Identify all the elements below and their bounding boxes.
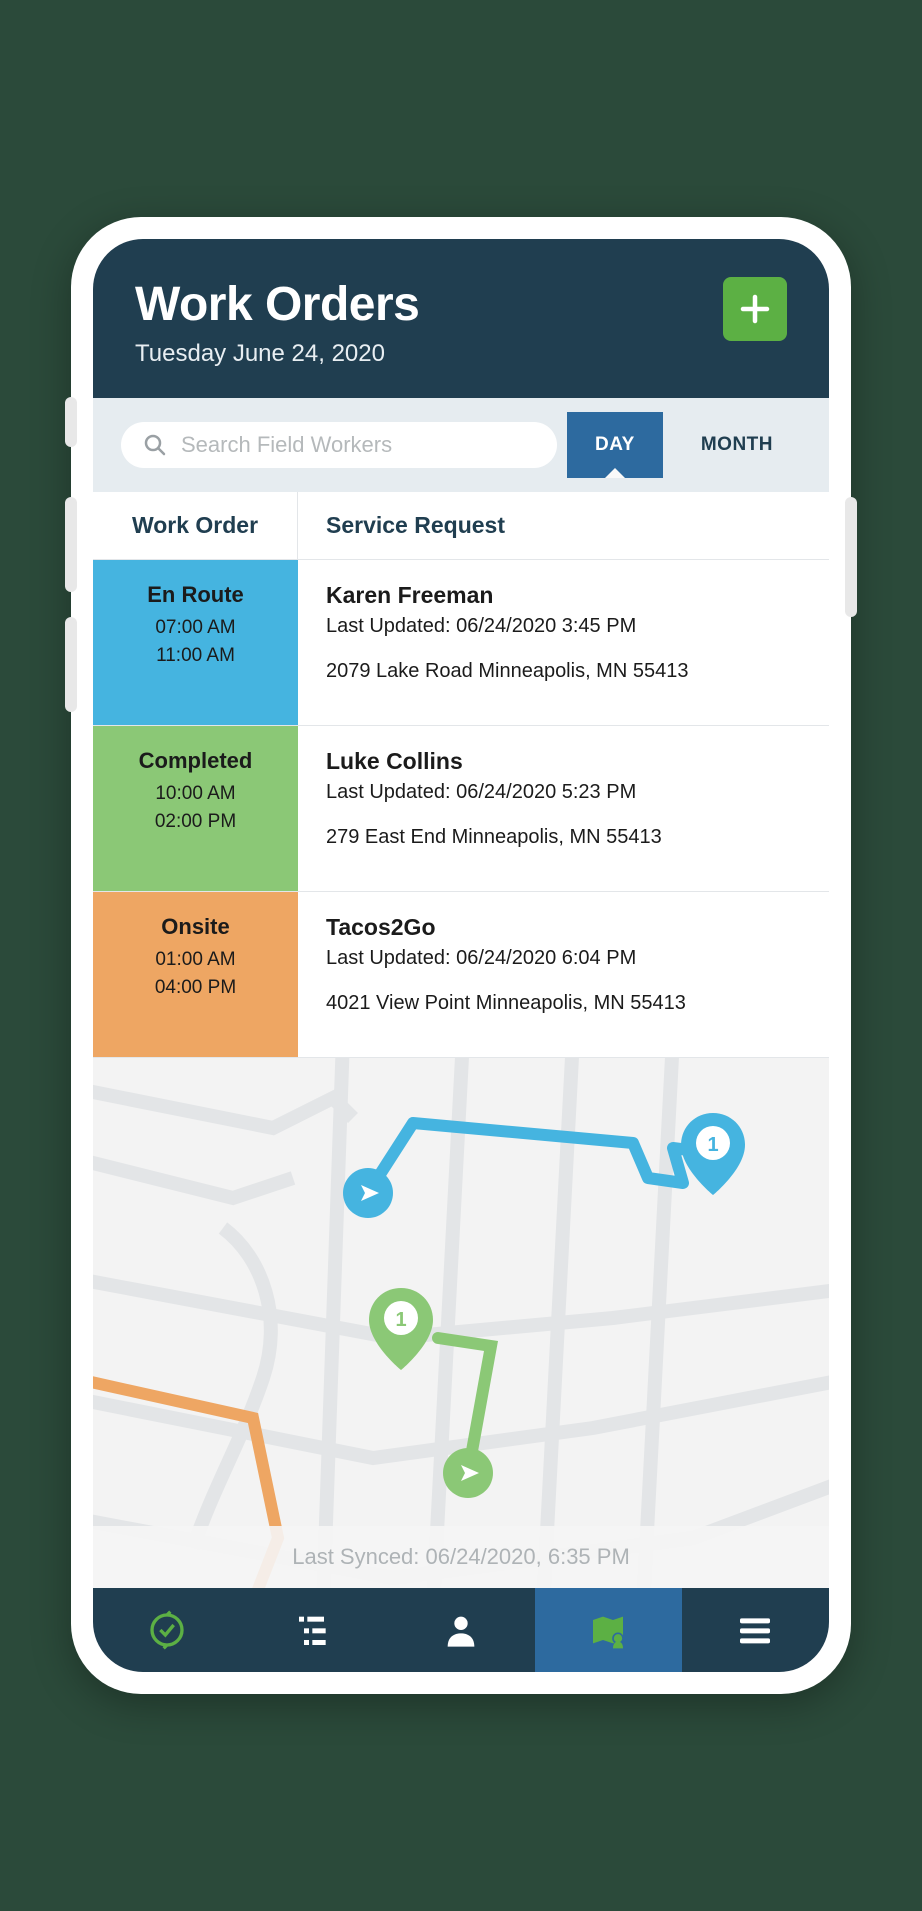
status-cell: Onsite 01:00 AM 04:00 PM (93, 892, 298, 1057)
list-icon (294, 1610, 334, 1650)
info-cell: Luke Collins Last Updated: 06/24/2020 5:… (298, 726, 829, 891)
add-button[interactable] (723, 277, 787, 341)
nav-profile[interactable] (387, 1588, 534, 1672)
status-start: 01:00 AM (103, 946, 288, 974)
column-service-request: Service Request (298, 492, 829, 559)
sync-icon (147, 1610, 187, 1650)
column-headers: Work Order Service Request (93, 492, 829, 560)
status-label: Completed (103, 748, 288, 774)
search-icon (143, 433, 167, 457)
nav-menu[interactable] (682, 1588, 829, 1672)
order-row[interactable]: Completed 10:00 AM 02:00 PM Luke Collins… (93, 726, 829, 892)
status-end: 02:00 PM (103, 808, 288, 836)
search-input[interactable] (181, 432, 535, 458)
phone-side-button (65, 497, 77, 592)
map[interactable]: 1 1 Last Synced: 06/24/2020, 6:35 PM (93, 1058, 829, 1588)
status-label: Onsite (103, 914, 288, 940)
bottom-nav (93, 1588, 829, 1672)
svg-text:1: 1 (707, 1134, 718, 1156)
marker-arrow-blue[interactable] (343, 1168, 393, 1218)
tab-month[interactable]: MONTH (673, 412, 801, 478)
hamburger-icon (735, 1610, 775, 1650)
status-start: 07:00 AM (103, 614, 288, 642)
order-row[interactable]: En Route 07:00 AM 11:00 AM Karen Freeman… (93, 560, 829, 726)
last-updated: Last Updated: 06/24/2020 6:04 PM (326, 947, 801, 970)
nav-sync[interactable] (93, 1588, 240, 1672)
order-row[interactable]: Onsite 01:00 AM 04:00 PM Tacos2Go Last U… (93, 892, 829, 1058)
status-start: 10:00 AM (103, 780, 288, 808)
phone-side-button (65, 617, 77, 712)
phone-side-button (845, 497, 857, 617)
svg-text:1: 1 (395, 1309, 406, 1331)
marker-arrow-green[interactable] (443, 1448, 493, 1498)
map-canvas: 1 1 (93, 1058, 829, 1588)
status-label: En Route (103, 582, 288, 608)
tab-day[interactable]: DAY (567, 412, 663, 478)
nav-list[interactable] (240, 1588, 387, 1672)
phone-side-button (65, 397, 77, 447)
info-cell: Karen Freeman Last Updated: 06/24/2020 3… (298, 560, 829, 725)
address: 279 East End Minneapolis, MN 55413 (326, 826, 801, 849)
status-cell: En Route 07:00 AM 11:00 AM (93, 560, 298, 725)
orders-list: En Route 07:00 AM 11:00 AM Karen Freeman… (93, 560, 829, 1058)
toolbar: DAY MONTH (93, 398, 829, 492)
plus-icon (737, 291, 773, 327)
nav-map[interactable] (535, 1588, 682, 1672)
status-end: 11:00 AM (103, 642, 288, 670)
last-updated: Last Updated: 06/24/2020 3:45 PM (326, 615, 801, 638)
customer-name: Luke Collins (326, 748, 801, 775)
address: 4021 View Point Minneapolis, MN 55413 (326, 992, 801, 1015)
column-work-order: Work Order (93, 492, 298, 559)
customer-name: Karen Freeman (326, 582, 801, 609)
page-title: Work Orders (135, 277, 419, 332)
phone-frame: Work Orders Tuesday June 24, 2020 DAY MO… (71, 217, 851, 1694)
customer-name: Tacos2Go (326, 914, 801, 941)
address: 2079 Lake Road Minneapolis, MN 55413 (326, 660, 801, 683)
person-icon (441, 1610, 481, 1650)
map-person-icon (588, 1610, 628, 1650)
status-end: 04:00 PM (103, 974, 288, 1002)
screen: Work Orders Tuesday June 24, 2020 DAY MO… (93, 239, 829, 1672)
search-wrapper[interactable] (121, 422, 557, 468)
status-cell: Completed 10:00 AM 02:00 PM (93, 726, 298, 891)
info-cell: Tacos2Go Last Updated: 06/24/2020 6:04 P… (298, 892, 829, 1057)
header: Work Orders Tuesday June 24, 2020 (93, 239, 829, 398)
sync-status: Last Synced: 06/24/2020, 6:35 PM (93, 1526, 829, 1588)
last-updated: Last Updated: 06/24/2020 5:23 PM (326, 781, 801, 804)
page-subtitle: Tuesday June 24, 2020 (135, 340, 419, 368)
